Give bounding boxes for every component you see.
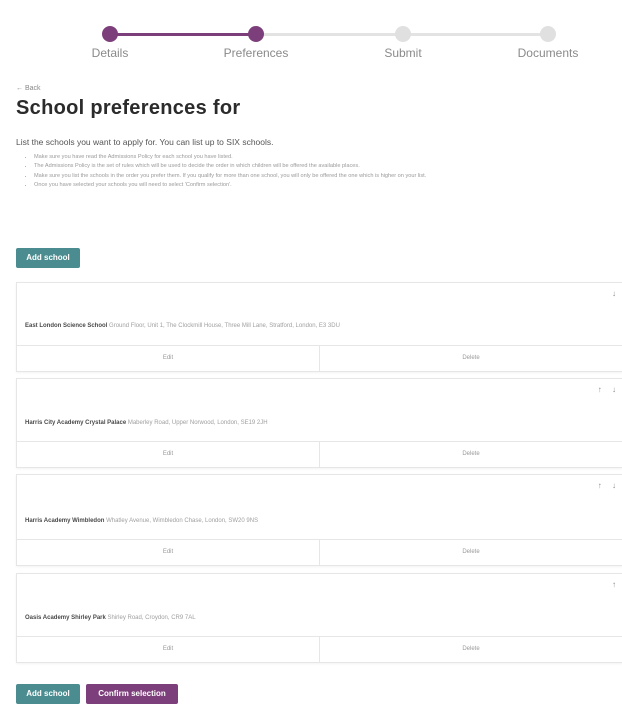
card-actions: Edit Delete: [17, 441, 622, 467]
card-actions: Edit Delete: [17, 345, 622, 371]
move-up-icon[interactable]: ↑: [598, 385, 602, 394]
delete-button[interactable]: Delete: [319, 346, 622, 371]
guidance-item: Once you have selected your schools you …: [34, 181, 622, 190]
school-card: ↑ ↓ Harris Academy Wimbledon Whatley Ave…: [16, 474, 622, 566]
step-dot-submit: [395, 26, 411, 42]
add-school-button-top[interactable]: Add school: [16, 248, 80, 268]
reorder-controls: ↑: [604, 580, 616, 589]
move-down-icon[interactable]: ↓: [612, 481, 616, 490]
step-label-details: Details: [91, 46, 129, 60]
edit-button[interactable]: Edit: [17, 637, 319, 662]
step-label-preferences: Preferences: [223, 46, 289, 60]
step-line-complete: [110, 33, 256, 36]
school-card: ↑ Oasis Academy Shirley Park Shirley Roa…: [16, 573, 622, 663]
delete-button[interactable]: Delete: [319, 637, 622, 662]
school-name: Harris City Academy Crystal Palace: [25, 420, 127, 426]
page-title: School preferences for: [16, 97, 241, 119]
move-down-icon[interactable]: ↓: [612, 289, 616, 298]
add-school-button-bottom[interactable]: Add school: [16, 684, 80, 704]
school-address: Ground Floor, Unit 1, The Clockmill Hous…: [109, 323, 340, 329]
delete-button[interactable]: Delete: [319, 442, 622, 467]
guidance-item: Make sure you have read the Admissions P…: [34, 153, 622, 162]
school-details: Oasis Academy Shirley Park Shirley Road,…: [25, 615, 196, 621]
back-link[interactable]: ← Back: [16, 85, 41, 92]
school-address: Shirley Road, Croydon, CR9 7AL: [107, 615, 196, 621]
school-card: ↓ East London Science School Ground Floo…: [16, 282, 622, 372]
school-address: Maberley Road, Upper Norwood, London, SE…: [127, 420, 268, 426]
step-dot-documents: [540, 26, 556, 42]
confirm-selection-button[interactable]: Confirm selection: [86, 684, 178, 704]
school-name: East London Science School: [25, 323, 108, 329]
step-dot-details: [102, 26, 118, 42]
school-card: ↑ ↓ Harris City Academy Crystal Palace M…: [16, 378, 622, 468]
school-details: Harris City Academy Crystal Palace Maber…: [25, 420, 268, 426]
school-address: Whatley Avenue, Wimbledon Chase, London,…: [106, 518, 259, 524]
move-up-icon[interactable]: ↑: [598, 481, 602, 490]
edit-button[interactable]: Edit: [17, 540, 319, 565]
step-label-submit: Submit: [384, 46, 422, 60]
reorder-controls: ↑ ↓: [590, 385, 616, 394]
progress-stepper: Details Preferences Submit Documents: [0, 0, 622, 70]
school-name: Oasis Academy Shirley Park: [25, 615, 106, 621]
school-name: Harris Academy Wimbledon: [25, 518, 105, 524]
edit-button[interactable]: Edit: [17, 442, 319, 467]
reorder-controls: ↑ ↓: [590, 481, 616, 490]
school-details: Harris Academy Wimbledon Whatley Avenue,…: [25, 518, 258, 524]
card-actions: Edit Delete: [17, 636, 622, 662]
delete-button[interactable]: Delete: [319, 540, 622, 565]
edit-button[interactable]: Edit: [17, 346, 319, 371]
intro-text: List the schools you want to apply for. …: [16, 137, 274, 147]
guidance-item: The Admissions Policy is the set of rule…: [34, 162, 622, 171]
guidance-item: Make sure you list the schools in the or…: [34, 172, 622, 181]
reorder-controls: ↓: [604, 289, 616, 298]
school-details: East London Science School Ground Floor,…: [25, 323, 340, 329]
move-up-icon[interactable]: ↑: [612, 580, 616, 589]
step-label-documents: Documents: [517, 46, 579, 60]
card-actions: Edit Delete: [17, 539, 622, 565]
guidance-list: Make sure you have read the Admissions P…: [16, 153, 622, 191]
step-dot-preferences: [248, 26, 264, 42]
move-down-icon[interactable]: ↓: [612, 385, 616, 394]
